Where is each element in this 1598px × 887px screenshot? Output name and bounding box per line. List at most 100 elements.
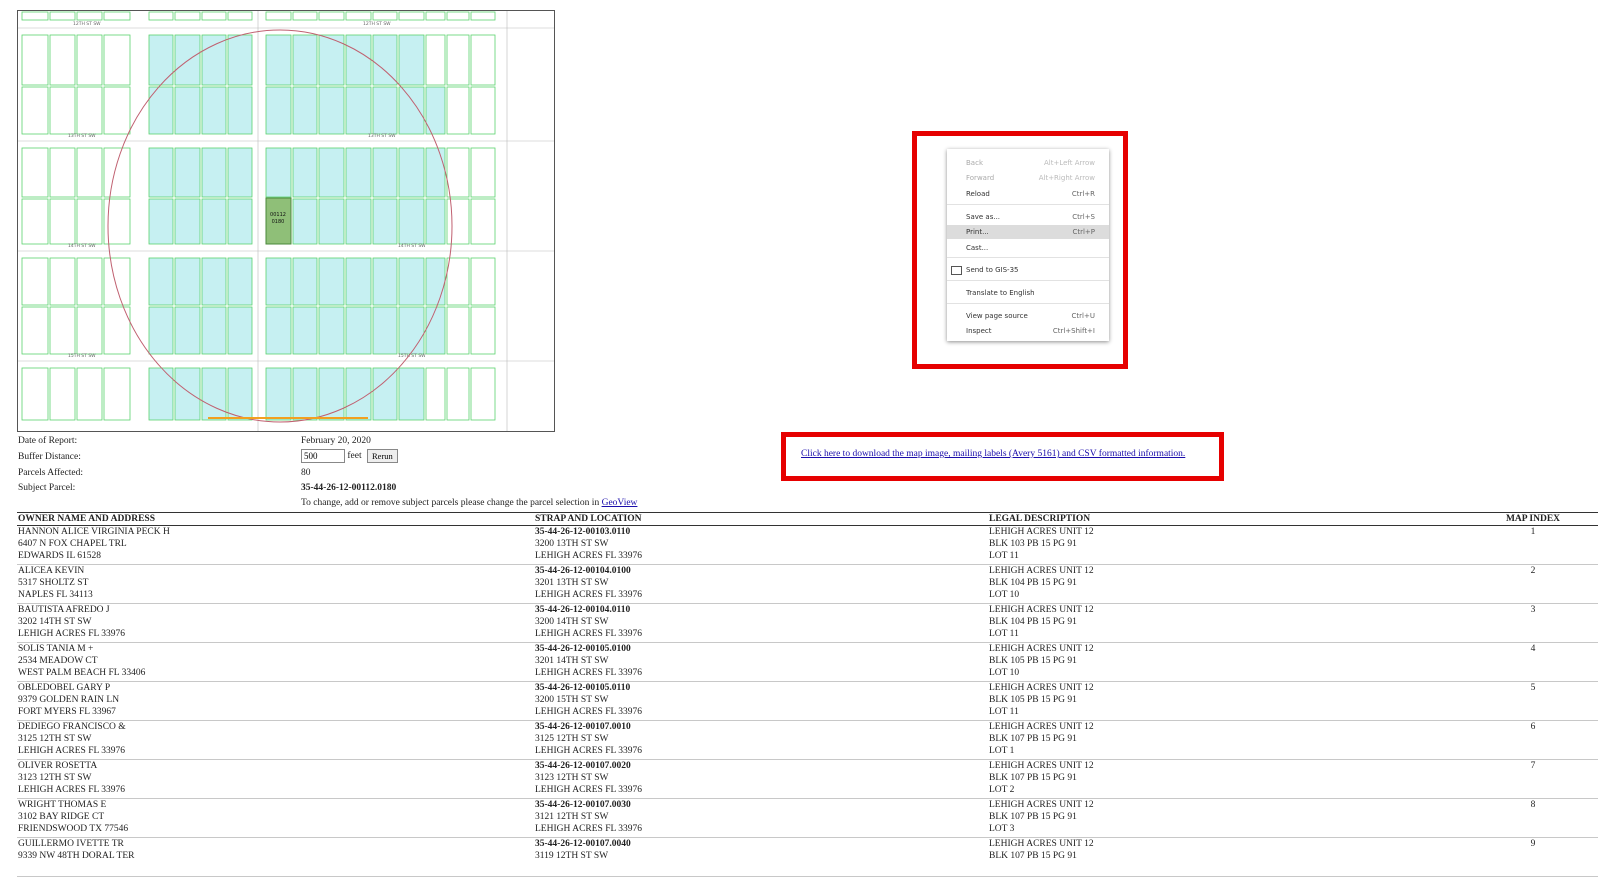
ctx-reload-shortcut: Ctrl+R: [1071, 190, 1095, 198]
parcel-lot: [470, 147, 496, 198]
ctx-inspect[interactable]: Inspect Ctrl+Shift+I: [947, 324, 1109, 338]
owner-cell-line: ALICEA KEVIN: [18, 566, 85, 576]
strap-cell-line: 3125 12TH ST SW: [535, 734, 609, 744]
context-menu-highlight-frame: Back Alt+Left Arrow Forward Alt+Right Arro…: [912, 131, 1128, 369]
strap-cell-line: 35-44-26-12-00104.0100: [535, 566, 631, 576]
table-row: GUILLERMO IVETTE TR 9339 NW 48TH DORAL TE…: [17, 837, 1598, 877]
strap-cell-line: LEHIGH ACRES FL 33976: [535, 590, 643, 600]
parcel-lot: [292, 306, 318, 355]
parcel-lot: [345, 11, 372, 21]
strap-cell-line: LEHIGH ACRES FL 33976: [535, 551, 643, 561]
subject-parcel-value: 35-44-26-12-00112.0180: [301, 483, 397, 493]
parcel-lot: [446, 34, 470, 86]
parcel-lot: [470, 257, 496, 306]
table-row: WRIGHT THOMAS E 3102 BAY RIDGE CT FRIENDSW…: [17, 798, 1598, 838]
legal-cell-line: BLK 105 PB 15 PG 91: [989, 695, 1077, 705]
ctx-forward[interactable]: Forward Alt+Right Arrow: [947, 171, 1109, 185]
legal-cell-line: LOT 10: [989, 668, 1020, 678]
map-index-cell: 3: [1468, 603, 1598, 643]
parcel-lot: [201, 147, 227, 198]
parcel-lot: [174, 86, 201, 135]
buffer-distance-label: Buffer Distance:: [18, 452, 81, 462]
parcel-buffer-map[interactable]: 00112 0180 12TH ST SW 12TH ST SW 13TH ST SW 1…: [17, 10, 555, 432]
strap-cell-line: 35-44-26-12-00103.0110: [535, 527, 631, 537]
buffer-distance-controls: feet Rerun: [301, 449, 398, 463]
legal-cell: LEHIGH ACRES UNIT 12 BLK 104 PB 15 PG 91 L…: [988, 603, 1468, 643]
parcel-lot: [292, 86, 318, 135]
parcel-lot: [148, 257, 174, 306]
parcel-lot: [470, 34, 496, 86]
strap-cell-line: 3119 12TH ST SW: [535, 851, 609, 861]
ctx-reload[interactable]: Reload Ctrl+R: [947, 187, 1109, 201]
rerun-button[interactable]: Rerun: [367, 449, 398, 463]
parcel-lot: [49, 306, 76, 355]
legal-cell: LEHIGH ACRES UNIT 12 BLK 107 PB 15 PG 91 L…: [988, 798, 1468, 838]
parcels-affected-label: Parcels Affected:: [18, 468, 83, 478]
parcel-lot: [345, 257, 372, 306]
parcel-lot: [49, 257, 76, 306]
parcel-lot: [446, 198, 470, 245]
legal-cell-line: LOT 1: [989, 746, 1015, 756]
owner-cell: OBLEDOBEL GARY P 9379 GOLDEN RAIN LN FORT …: [17, 681, 534, 721]
buffer-distance-input[interactable]: [301, 449, 345, 463]
strap-cell: 35-44-26-12-00107.0010 3125 12TH ST SW LEH…: [534, 720, 988, 760]
parcel-lot: [148, 34, 174, 86]
table-row: BAUTISTA AFREDO J 3202 14TH ST SW LEHIGH A…: [17, 603, 1598, 643]
buffer-unit: feet: [347, 451, 362, 462]
parcel-lot: [265, 86, 292, 135]
parcel-lot: [174, 257, 201, 306]
ctx-forward-label: Forward: [966, 174, 995, 182]
ctx-print[interactable]: Print... Ctrl+P: [947, 225, 1109, 239]
parcel-lot: [470, 11, 496, 21]
ctx-cast[interactable]: Cast...: [947, 241, 1109, 255]
legal-cell-line: BLK 104 PB 15 PG 91: [989, 617, 1077, 627]
ctx-send-label: Send to GIS-35: [966, 266, 1019, 274]
street-label: 13TH ST SW: [68, 133, 96, 139]
parcel-lot: [103, 11, 131, 21]
parcel-lot: [21, 367, 49, 421]
ctx-translate-label: Translate to English: [966, 289, 1035, 297]
parcel-lot: [174, 306, 201, 355]
parcel-lot: [21, 86, 49, 135]
ctx-print-label: Print...: [966, 228, 989, 236]
monitor-icon: [951, 266, 962, 275]
parcel-lot: [174, 147, 201, 198]
ctx-view-source[interactable]: View page source Ctrl+U: [947, 309, 1109, 323]
strap-cell-line: 3201 14TH ST SW: [535, 656, 609, 666]
ctx-save-as[interactable]: Save as... Ctrl+S: [947, 210, 1109, 224]
parcel-lot: [201, 34, 227, 86]
parcel-lot: [49, 367, 76, 421]
parcel-lot: [174, 11, 201, 21]
parcel-lot: [265, 11, 292, 21]
parcel-lot: [265, 34, 292, 86]
owner-cell-line: LEHIGH ACRES FL 33976: [18, 746, 126, 756]
header-legal: LEGAL DESCRIPTION: [988, 512, 1468, 526]
geoview-link[interactable]: GeoView: [602, 498, 638, 508]
owner-cell-line: 3123 12TH ST SW: [18, 773, 92, 783]
parcel-lot: [446, 257, 470, 306]
parcel-lot: [201, 86, 227, 135]
street-label: 15TH ST SW: [398, 353, 426, 359]
parcel-lot: [49, 34, 76, 86]
ctx-back[interactable]: Back Alt+Left Arrow: [947, 156, 1109, 170]
ctx-cast-label: Cast...: [966, 244, 989, 252]
parcel-lot: [227, 367, 253, 421]
ctx-send-to-device[interactable]: Send to GIS-35: [947, 263, 1109, 277]
parcel-lot: [446, 86, 470, 135]
legal-cell-line: LOT 2: [989, 785, 1015, 795]
parcel-lot: [21, 198, 49, 245]
map-index-cell: 5: [1468, 681, 1598, 721]
map-canvas: 001120180 12TH ST SW 12TH ST SW 13TH ST SW 1…: [18, 11, 554, 431]
ctx-translate[interactable]: Translate to English: [947, 286, 1109, 300]
parcel-lot: [372, 257, 398, 306]
table-row: DEDIEGO FRANCISCO & 3125 12TH ST SW LEHIGH…: [17, 720, 1598, 760]
parcel-lot: [265, 147, 292, 198]
strap-cell: 35-44-26-12-00105.0110 3200 15TH ST SW LEH…: [534, 681, 988, 721]
parcel-lot: [292, 367, 318, 421]
ctx-separator: [947, 204, 1109, 205]
download-map-labels-link[interactable]: Click here to download the map image, ma…: [801, 449, 1185, 459]
street-label: 14TH ST SW: [398, 243, 426, 249]
parcel-lot: [398, 34, 425, 86]
parcel-lot: [227, 86, 253, 135]
parcel-lot: [292, 11, 318, 21]
